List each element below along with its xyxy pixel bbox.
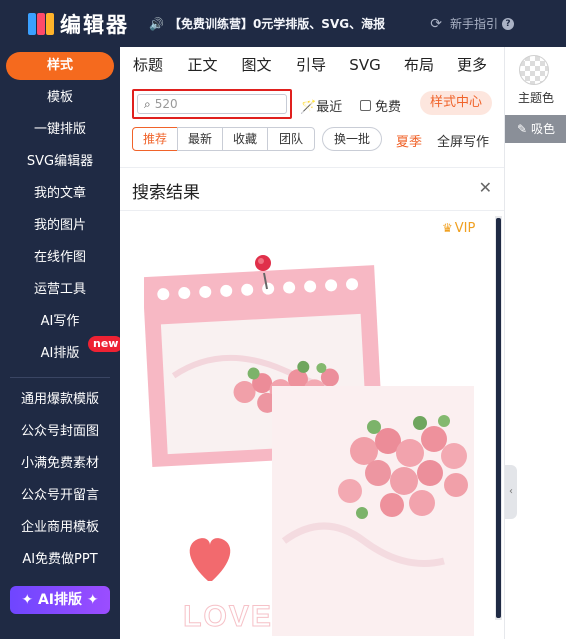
search-highlight: ⌕ — [132, 89, 292, 119]
new-badge: new — [88, 336, 124, 352]
promo-text: 【免费训练营】0元学排版、SVG、海报 — [168, 17, 386, 31]
sidebar-link-free-assets[interactable]: 小满免费素材 — [6, 450, 114, 478]
tab-guide[interactable]: 引导 — [284, 47, 338, 83]
tab-title[interactable]: 标题 — [120, 47, 176, 83]
search-icon: ⌕ — [144, 96, 151, 111]
recent-button[interactable]: 🪄最近 — [300, 96, 342, 115]
search-field: ⌕ — [137, 94, 287, 114]
results-list: ♛ VIP LOVE — [120, 215, 504, 639]
recent-label: 最近 — [316, 100, 343, 115]
sidebar-link-commercial-templates[interactable]: 企业商用模板 — [6, 514, 114, 542]
eyedropper-label: 吸色 — [530, 122, 555, 136]
style-panel: 标题 正文 图文 引导 SVG 布局 更多 ⌕ 🪄最近 免费 样式中心 推荐 最… — [120, 47, 504, 639]
sidebar: 样式 模板 一键排版 SVG编辑器 我的文章 我的图片 在线作图 运营工具 AI… — [0, 47, 124, 639]
free-label: 免费 — [375, 100, 402, 115]
logo-mark-icon — [28, 12, 54, 35]
help-icon: ? — [502, 17, 514, 30]
tab-more[interactable]: 更多 — [446, 47, 498, 83]
scrollbar-thumb[interactable] — [496, 218, 501, 618]
guide-link[interactable]: ⟳ 新手指引 ? — [430, 15, 514, 32]
free-filter[interactable]: 免费 — [360, 96, 401, 115]
sidebar-item-ops-tools[interactable]: 运营工具 — [6, 276, 114, 304]
results-header: 搜索结果 ✕ — [120, 167, 504, 211]
fullscreen-writing-link[interactable]: 全屏写作 — [437, 131, 489, 150]
vip-label: VIP — [454, 221, 476, 236]
results-title: 搜索结果 — [132, 183, 200, 203]
speaker-icon: 🔊 — [149, 16, 164, 31]
category-tabs: 标题 正文 图文 引导 SVG 布局 更多 — [120, 47, 504, 83]
eyedropper-icon: ✎ — [517, 122, 528, 136]
crown-icon: ♛ — [442, 221, 453, 235]
refresh-icon: ⟳ — [430, 15, 442, 32]
sidebar-item-ai-layout[interactable]: AI排版 new — [6, 336, 124, 368]
sidebar-item-svg-editor[interactable]: SVG编辑器 — [6, 148, 114, 176]
template-card[interactable]: LOVE — [144, 241, 480, 639]
search-input[interactable] — [154, 97, 265, 111]
style-center-button[interactable]: 样式中心 — [420, 91, 492, 115]
sidebar-link-cover-image[interactable]: 公众号封面图 — [6, 418, 114, 446]
sidebar-item-ai-writing[interactable]: AI写作 — [6, 308, 114, 336]
sidebar-link-viral-templates[interactable]: 通用爆款模版 — [6, 386, 114, 414]
theme-color-swatch[interactable] — [519, 55, 549, 85]
filter-team[interactable]: 团队 — [267, 127, 315, 151]
tab-layout[interactable]: 布局 — [392, 47, 446, 83]
free-checkbox[interactable] — [360, 100, 371, 111]
tab-body[interactable]: 正文 — [176, 47, 229, 83]
color-panel: 主题色 ✎ 吸色 ‹ — [504, 47, 566, 639]
sidebar-item-ai-layout-label: AI排版 — [40, 346, 80, 361]
top-bar: 编辑器 🔊 【免费训练营】0元学排版、SVG、海报 ⟳ 新手指引 ? — [0, 0, 566, 47]
sidebar-item-my-images[interactable]: 我的图片 — [6, 212, 114, 240]
theme-color-label: 主题色 — [517, 91, 554, 105]
eyedropper-button[interactable]: ✎ 吸色 — [505, 115, 566, 143]
sidebar-link-enable-comments[interactable]: 公众号开留言 — [6, 482, 114, 510]
sidebar-item-online-drawing[interactable]: 在线作图 — [6, 244, 114, 272]
vip-badge: ♛ VIP — [442, 221, 475, 236]
filter-row: 推荐 最新 收藏 团队 换一批 夏季 全屏写作 — [120, 127, 504, 153]
sidebar-link-ai-ppt[interactable]: AI免费做PPT — [6, 546, 114, 574]
collapse-panel-handle[interactable]: ‹ — [505, 465, 517, 519]
filter-recommended[interactable]: 推荐 — [132, 127, 178, 151]
sidebar-item-my-articles[interactable]: 我的文章 — [6, 180, 114, 208]
filter-favorites[interactable]: 收藏 — [222, 127, 268, 151]
sidebar-divider — [10, 377, 110, 378]
close-icon[interactable]: ✕ — [479, 178, 492, 197]
logo-text: 编辑器 — [60, 12, 129, 37]
tab-svg[interactable]: SVG — [338, 47, 392, 83]
love-text: LOVE — [183, 600, 273, 633]
promo-link[interactable]: 🔊 【免费训练营】0元学排版、SVG、海报 — [149, 15, 385, 32]
guide-text: 新手指引 — [449, 17, 498, 31]
sidebar-item-template[interactable]: 模板 — [6, 84, 114, 112]
search-row: ⌕ 🪄最近 免费 样式中心 — [120, 87, 504, 123]
summer-link[interactable]: 夏季 — [396, 131, 422, 150]
filter-latest[interactable]: 最新 — [177, 127, 223, 151]
wand-icon: 🪄 — [300, 100, 317, 115]
refresh-batch-button[interactable]: 换一批 — [322, 127, 382, 151]
sidebar-item-one-click-layout[interactable]: 一键排版 — [6, 116, 114, 144]
heart-icon — [189, 538, 231, 581]
sidebar-item-style[interactable]: 样式 — [6, 52, 114, 80]
logo[interactable]: 编辑器 — [28, 9, 129, 39]
tab-image-text[interactable]: 图文 — [229, 47, 284, 83]
ai-layout-button[interactable]: ✦ AI排版 ✦ — [10, 586, 110, 614]
